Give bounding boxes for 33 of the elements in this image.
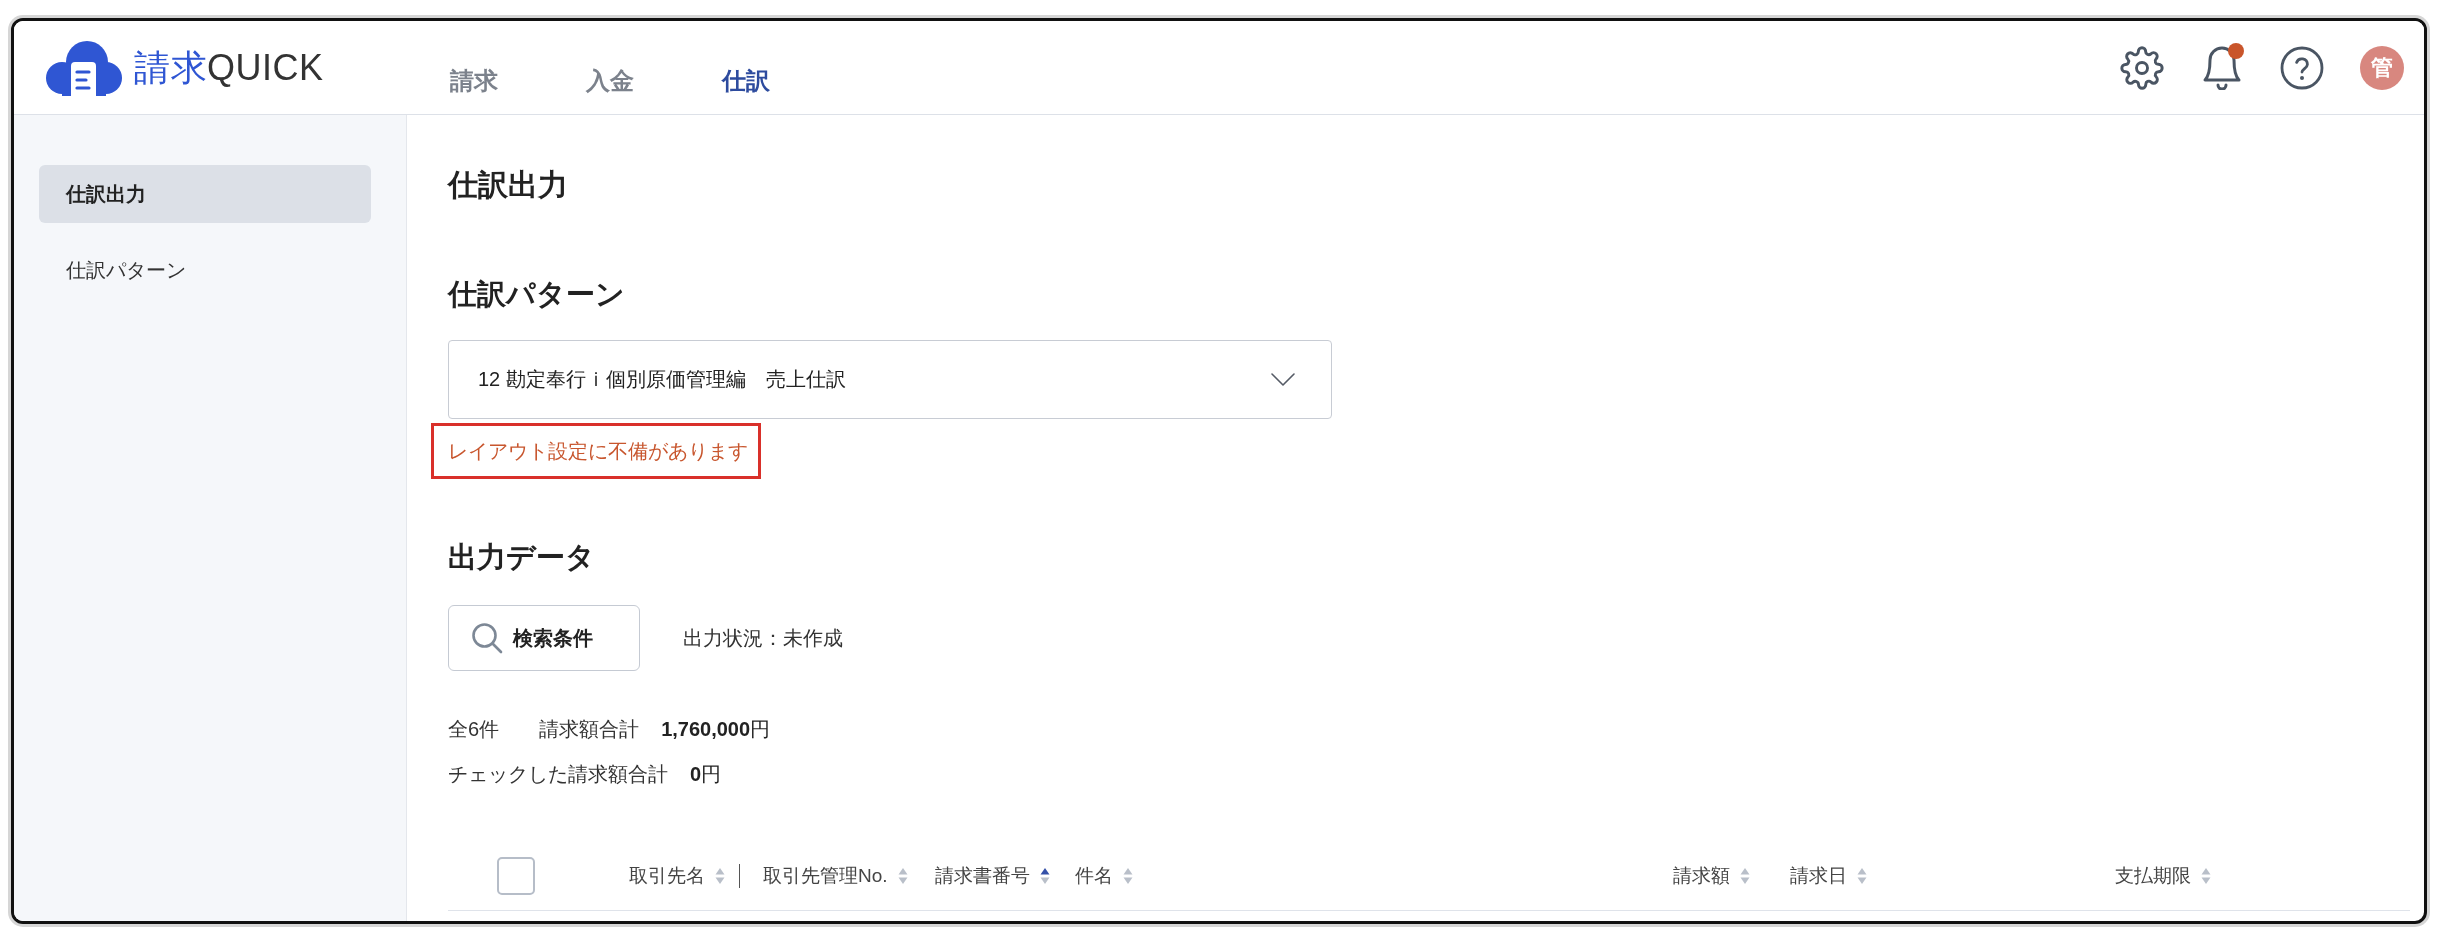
cloud-document-icon xyxy=(46,39,122,96)
column-header[interactable]: 請求日 xyxy=(1790,863,1867,889)
nav-tab[interactable]: 請求 xyxy=(450,65,498,97)
total-count: 全6件 xyxy=(448,716,500,742)
error-message: レイアウト設定に不備があります xyxy=(448,439,748,464)
column-header[interactable]: 件名 xyxy=(1075,863,1133,889)
sidebar-item[interactable]: 仕訳パターン xyxy=(39,241,371,299)
column-header[interactable]: 取引先管理No. xyxy=(763,863,908,889)
section-heading: 出力データ xyxy=(448,540,595,575)
column-header[interactable]: 取引先名 xyxy=(629,863,725,889)
logo-text: 請求QUICK xyxy=(134,45,324,90)
bell-icon[interactable] xyxy=(2202,45,2242,90)
chevron-down-icon xyxy=(1271,373,1295,386)
checked-total-amount: 0円 xyxy=(690,761,722,787)
checked-total-label: チェックした請求額合計 xyxy=(448,761,668,787)
column-header[interactable]: 請求額 xyxy=(1673,863,1750,889)
select-all-checkbox[interactable] xyxy=(497,857,535,895)
pattern-select[interactable]: 12 勘定奉行ｉ個別原価管理編 売上仕訳 xyxy=(448,340,1332,419)
page-title: 仕訳出力 xyxy=(448,167,568,203)
nav-tab[interactable]: 仕訳 xyxy=(722,65,770,97)
settings-icon[interactable] xyxy=(2120,45,2164,90)
nav-tab[interactable]: 入金 xyxy=(586,65,634,97)
help-icon[interactable] xyxy=(2280,45,2324,90)
total-label: 請求額合計 xyxy=(539,716,640,742)
output-status: 出力状況：未作成 xyxy=(683,625,843,651)
column-header[interactable]: 支払期限 xyxy=(2115,863,2211,889)
section-heading: 仕訳パターン xyxy=(448,277,625,312)
sidebar-item[interactable]: 仕訳出力 xyxy=(39,165,371,223)
column-header[interactable]: 請求書番号 xyxy=(935,863,1050,889)
search-icon xyxy=(471,622,503,654)
search-conditions-button[interactable]: 検索条件 xyxy=(448,605,640,671)
total-amount: 1,760,000円 xyxy=(661,716,771,742)
sort-icon[interactable] xyxy=(1040,866,1050,886)
